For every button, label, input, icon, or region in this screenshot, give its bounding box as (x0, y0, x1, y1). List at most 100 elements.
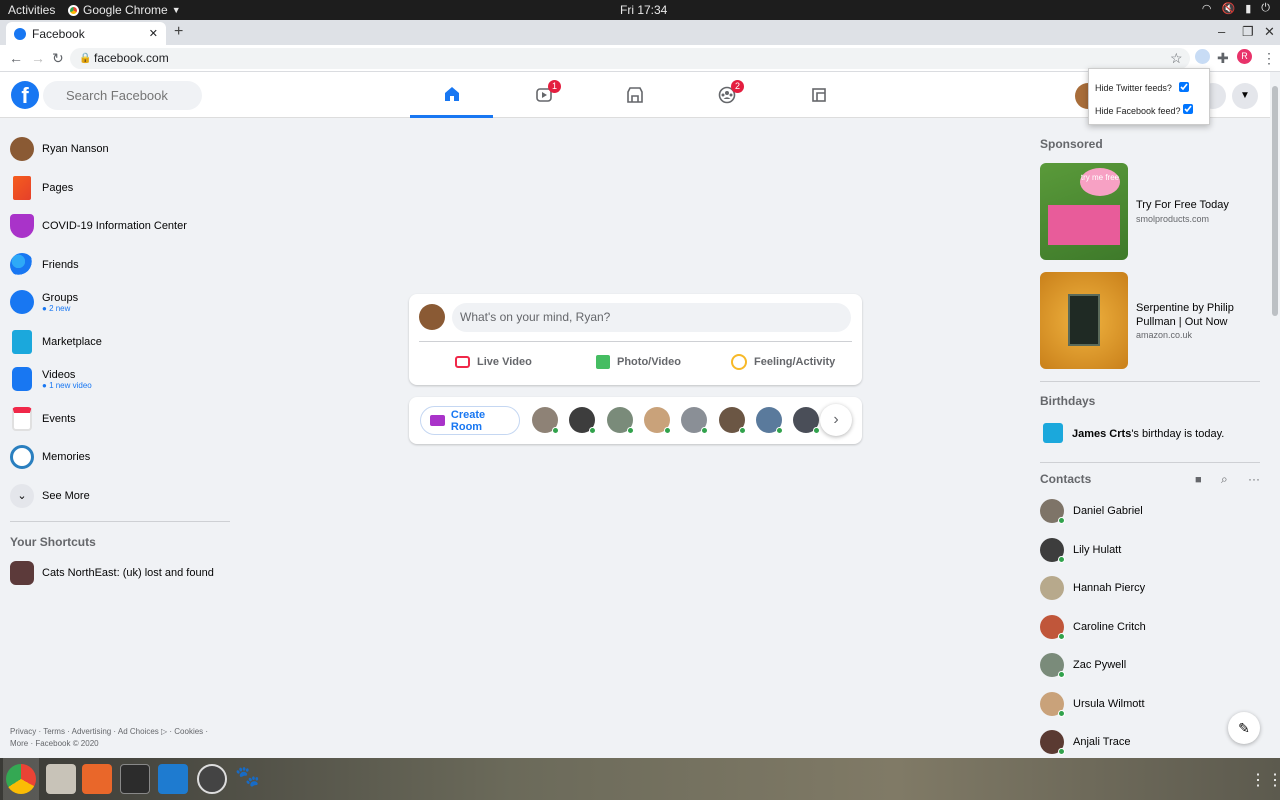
avatar (1040, 499, 1065, 524)
vscode-icon[interactable] (158, 764, 188, 794)
online-indicator (701, 427, 708, 434)
back-button[interactable]: ← (9, 50, 23, 66)
close-window-button[interactable]: ✕ (1264, 24, 1275, 40)
extension-icon[interactable] (1195, 49, 1210, 64)
os-taskbar: 🐾 ⋮⋮⋮ (0, 758, 1280, 800)
new-tab-button[interactable]: + (174, 23, 183, 41)
more-options-icon[interactable]: ··· (1248, 472, 1260, 486)
search-input[interactable] (43, 81, 202, 110)
create-room-button[interactable]: Create Room (420, 406, 520, 435)
terminal-icon[interactable] (120, 764, 150, 794)
tab-gaming[interactable] (777, 72, 860, 118)
gimp-icon[interactable]: 🐾 (235, 764, 265, 794)
avatar (1040, 692, 1065, 717)
sidebar-item-marketplace[interactable]: Marketplace (10, 330, 230, 354)
contact-name: Caroline Critch (1073, 621, 1146, 633)
sidebar-item-covid[interactable]: COVID-19 Information Center (10, 214, 230, 238)
tab-marketplace[interactable] (593, 72, 676, 118)
search-contacts-icon[interactable]: ⌕ (1221, 472, 1228, 487)
contact-item[interactable]: Ursula Wilmott (1040, 692, 1145, 717)
activities-button[interactable]: Activities (8, 3, 55, 17)
sidebar-item-label: Events (42, 413, 76, 425)
room-contact-avatar[interactable] (681, 407, 708, 434)
contact-item[interactable]: Daniel Gabriel (1040, 499, 1143, 524)
avatar (10, 137, 34, 161)
home-icon (444, 86, 459, 101)
facebook-logo[interactable]: f (11, 81, 39, 109)
live-video-button[interactable]: Live Video (455, 356, 532, 368)
ad-title[interactable]: Try For Free Today (1136, 199, 1229, 211)
app-grid-icon[interactable]: ⋮⋮⋮ (1250, 770, 1280, 790)
chevron-down-icon: ⌄ (10, 484, 34, 508)
files-icon[interactable] (46, 764, 76, 794)
hide-twitter-checkbox[interactable] (1179, 82, 1189, 92)
tab-facebook[interactable]: Facebook ✕ (6, 22, 166, 45)
system-tray[interactable]: ◠ 🔇 ▮ ⏻ (1202, 2, 1270, 15)
tab-groups[interactable]: 2 (685, 72, 768, 118)
tab-home[interactable] (410, 72, 493, 118)
sidebar-item-pages[interactable]: Pages (10, 176, 230, 200)
chrome-menu-icon[interactable]: ⋮ (1262, 50, 1276, 67)
feeling-activity-button[interactable]: Feeling/Activity (731, 354, 835, 370)
room-contact-avatar[interactable] (793, 407, 820, 434)
app-name: Google Chrome (83, 3, 168, 17)
rooms-next-button[interactable]: › (820, 404, 852, 436)
bookmark-star-icon[interactable]: ☆ (1170, 50, 1183, 67)
chrome-icon[interactable] (6, 764, 36, 794)
minimize-window-button[interactable]: – (1218, 24, 1225, 39)
room-contact-avatar[interactable] (756, 407, 783, 434)
page-scrollbar[interactable] (1270, 80, 1280, 758)
sidebar-item-profile[interactable]: Ryan Nanson (10, 137, 230, 161)
sidebar-item-groups[interactable]: Groups ● 2 new (10, 290, 230, 314)
sidebar-item-label: Ryan Nanson (42, 143, 109, 155)
room-contact-avatar[interactable] (569, 407, 596, 434)
os-top-bar: Activities Google Chrome ▼ Fri 17:34 ◠ 🔇… (0, 0, 1280, 20)
reload-button[interactable]: ↻ (52, 50, 64, 67)
tab-watch[interactable]: 1 (502, 72, 585, 118)
contact-item[interactable]: Caroline Critch (1040, 615, 1146, 640)
birthday-text[interactable]: James Crts's birthday is today. (1072, 428, 1224, 440)
maximize-window-button[interactable]: ❐ (1242, 24, 1254, 40)
room-contact-avatar[interactable] (607, 407, 634, 434)
new-message-button[interactable]: ✎ (1228, 712, 1260, 744)
ad-image-book[interactable] (1040, 272, 1128, 369)
footer-links[interactable]: Privacy · Terms · Advertising · Ad Choic… (10, 726, 240, 750)
contact-item[interactable]: Lily Hulatt (1040, 538, 1121, 563)
extensions-puzzle-icon[interactable]: ✚ (1217, 50, 1229, 67)
scrollbar-thumb[interactable] (1272, 86, 1278, 316)
photo-video-button[interactable]: Photo/Video (596, 355, 681, 369)
room-contact-avatar[interactable] (532, 407, 559, 434)
address-bar[interactable]: 🔒 facebook.com (70, 48, 1190, 69)
whats-on-your-mind-input[interactable]: What's on your mind, Ryan? (452, 303, 851, 332)
sidebar-item-videos[interactable]: Videos ● 1 new video (10, 367, 230, 391)
contact-name: Hannah Piercy (1073, 582, 1146, 594)
divider (1040, 381, 1260, 382)
android-studio-icon[interactable] (197, 764, 227, 794)
shortcut-item[interactable]: Cats NorthEast: (uk) lost and found (10, 561, 230, 585)
sidebar-item-memories[interactable]: Memories (10, 445, 230, 469)
profile-avatar[interactable]: R (1237, 49, 1252, 64)
close-tab-icon[interactable]: ✕ (149, 27, 158, 40)
software-center-icon[interactable] (82, 764, 112, 794)
hide-facebook-checkbox[interactable] (1183, 104, 1193, 114)
forward-button[interactable]: → (31, 50, 45, 66)
ad-title[interactable]: Serpentine by Philip Pullman | Out Now (1136, 301, 1246, 329)
ad-speech-bubble: try me free (1080, 168, 1120, 196)
room-contact-avatar[interactable] (719, 407, 746, 434)
sidebar-item-events[interactable]: Events (10, 407, 230, 431)
account-menu-button[interactable]: ▼ (1232, 83, 1258, 109)
app-menu[interactable]: Google Chrome ▼ (68, 3, 181, 17)
room-contact-avatar[interactable] (644, 407, 671, 434)
group-thumbnail (10, 561, 34, 585)
photo-video-label: Photo/Video (617, 356, 681, 368)
ad-image-smol[interactable]: try me free (1040, 163, 1128, 260)
new-room-icon[interactable]: ■ (1195, 474, 1202, 486)
contact-item[interactable]: Hannah Piercy (1040, 576, 1145, 600)
clock[interactable]: Fri 17:34 (620, 3, 667, 17)
contact-item[interactable]: Zac Pywell (1040, 653, 1126, 678)
wifi-icon: ◠ (1201, 3, 1212, 15)
sidebar-item-friends[interactable]: Friends (10, 253, 230, 277)
sidebar-item-see-more[interactable]: ⌄ See More (10, 484, 230, 508)
contact-item[interactable]: Anjali Trace (1040, 730, 1130, 755)
feeling-activity-label: Feeling/Activity (754, 356, 836, 368)
